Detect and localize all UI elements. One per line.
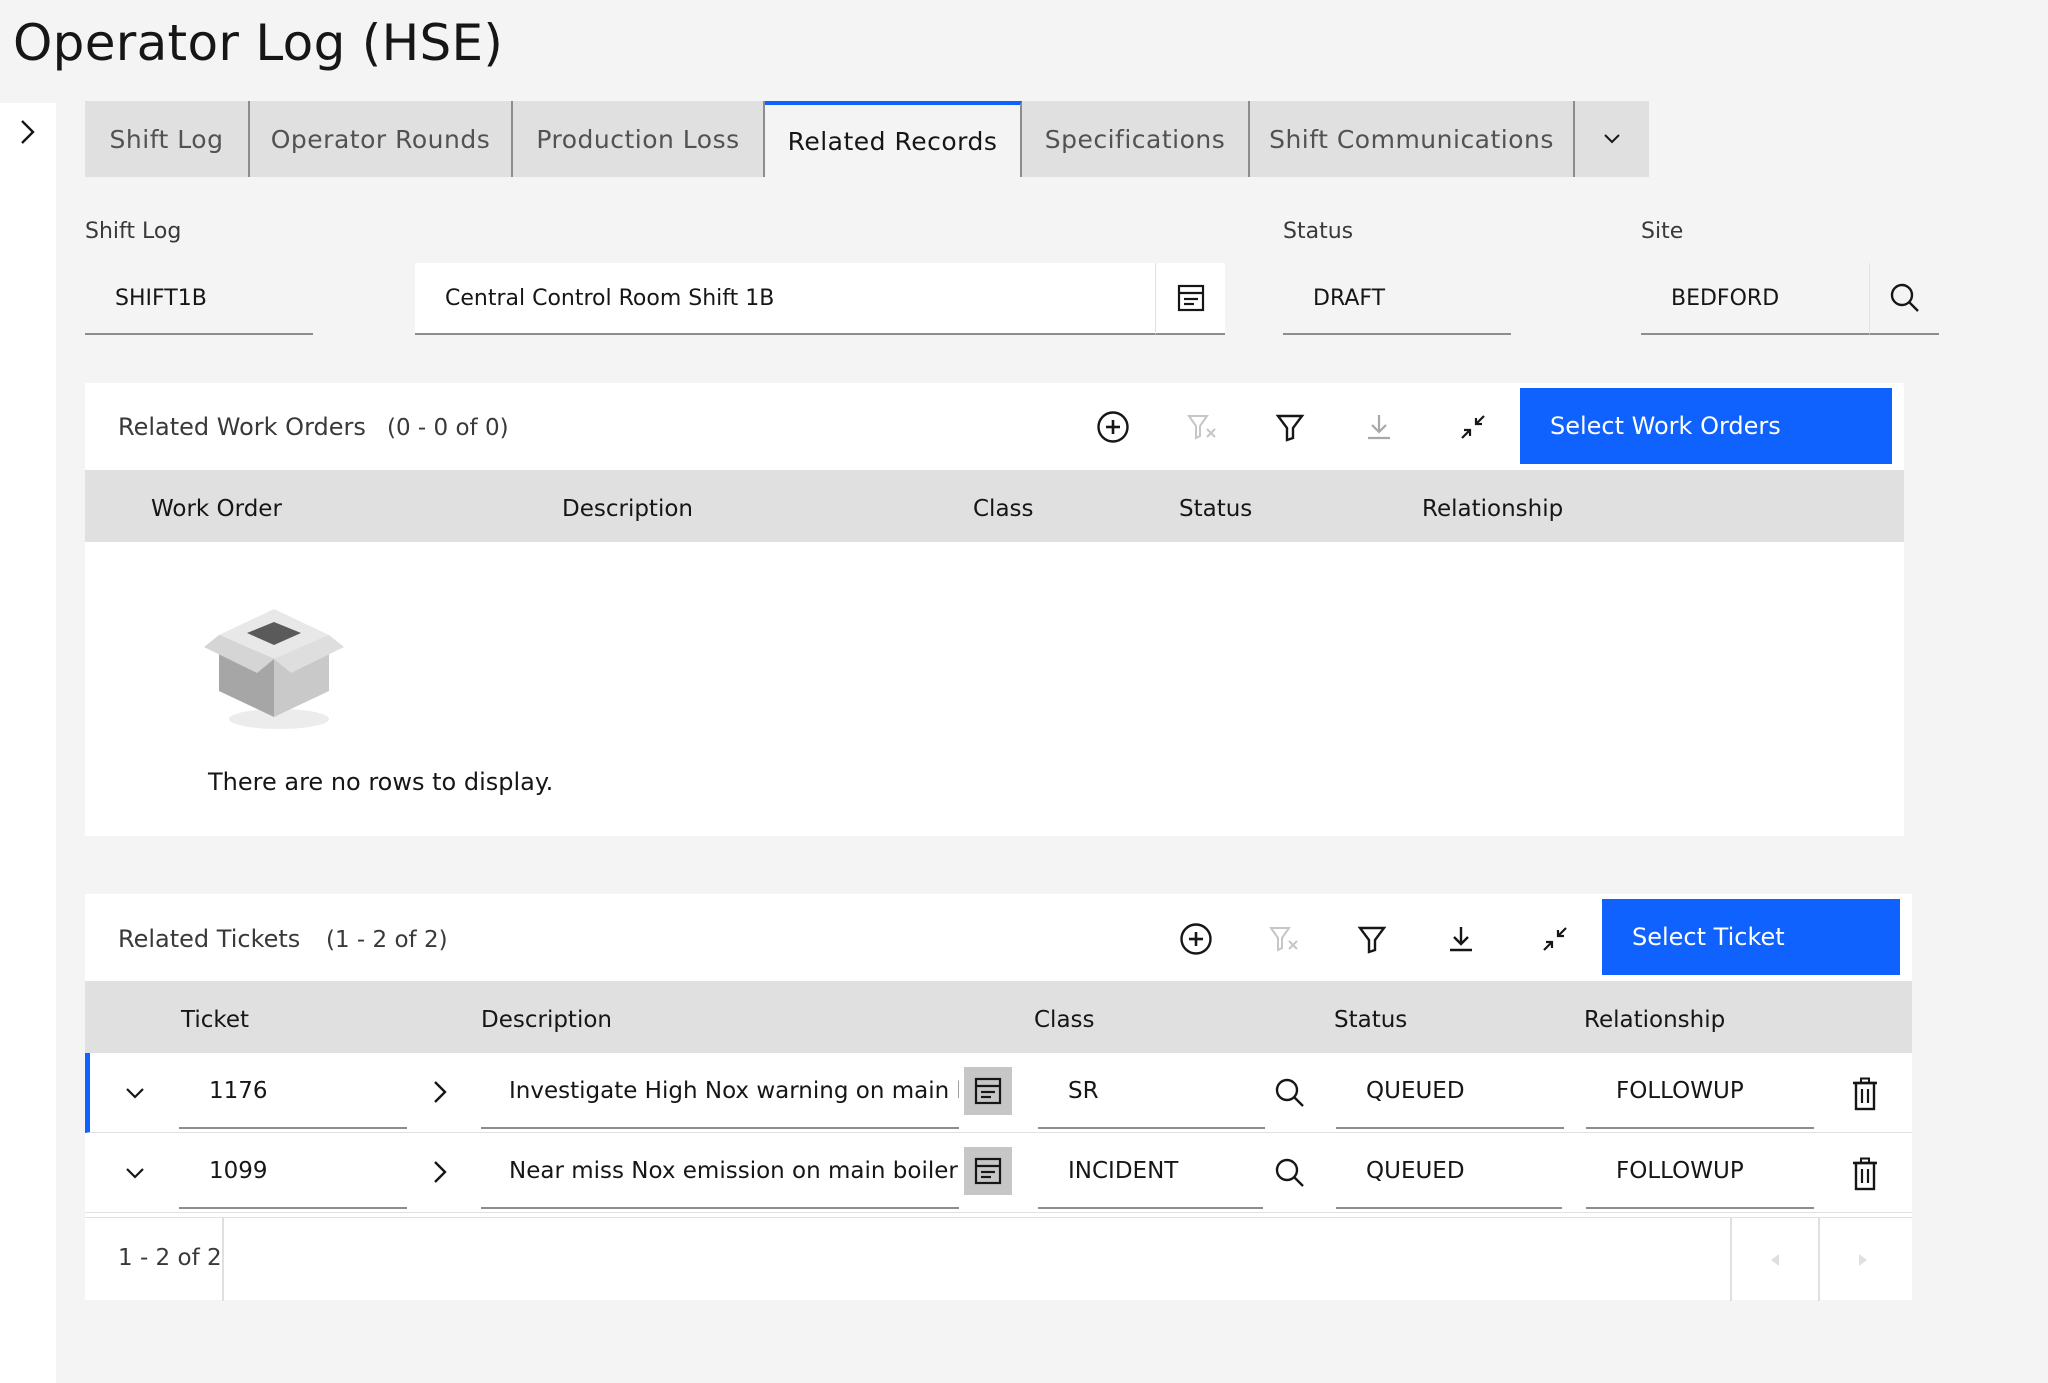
- filter-button[interactable]: [1350, 917, 1394, 961]
- tab-related-records[interactable]: Related Records: [765, 101, 1022, 177]
- ticket-class-field[interactable]: SR: [1038, 1055, 1265, 1129]
- class-lookup-button[interactable]: [1270, 1073, 1310, 1113]
- site-label: Site: [1641, 219, 1684, 244]
- column-header-ticket[interactable]: Ticket: [181, 1007, 249, 1033]
- minimize-icon: [1461, 415, 1485, 439]
- filter-remove-icon: [1269, 927, 1298, 952]
- long-description-icon: [974, 1157, 1002, 1185]
- column-header-description[interactable]: Description: [562, 496, 693, 522]
- empty-state-text: There are no rows to display.: [208, 768, 554, 796]
- column-header-status[interactable]: Status: [1179, 496, 1252, 522]
- add-circle-icon: [1097, 411, 1129, 443]
- filter-remove-icon: [1187, 415, 1216, 440]
- column-header-class[interactable]: Class: [1034, 1007, 1095, 1033]
- download-button[interactable]: [1439, 917, 1483, 961]
- column-header-relationship[interactable]: Relationship: [1422, 496, 1563, 522]
- page-title: Operator Log (HSE): [13, 14, 504, 72]
- ticket-status-field[interactable]: QUEUED: [1336, 1055, 1564, 1129]
- ticket-class-field[interactable]: INCIDENT: [1038, 1135, 1263, 1209]
- previous-page-button[interactable]: [1730, 1218, 1818, 1301]
- class-lookup-button[interactable]: [1270, 1153, 1310, 1193]
- empty-box-icon: [199, 597, 349, 737]
- column-header-work-order[interactable]: Work Order: [151, 496, 282, 522]
- long-description-button[interactable]: [964, 1147, 1012, 1195]
- long-description-icon: [974, 1077, 1002, 1105]
- add-circle-icon: [1180, 923, 1212, 955]
- chevron-down-icon: [1604, 134, 1620, 144]
- filter-icon: [1357, 926, 1387, 954]
- chevron-right-icon[interactable]: [425, 1157, 455, 1187]
- related-work-orders-panel: Related Work Orders (0 - 0 of 0) Select …: [85, 383, 1904, 836]
- ticket-relationship-field[interactable]: FOLLOWUP: [1586, 1055, 1814, 1129]
- download-button[interactable]: [1357, 405, 1401, 449]
- column-header-relationship[interactable]: Relationship: [1584, 1007, 1725, 1033]
- ticket-relationship-field[interactable]: FOLLOWUP: [1586, 1135, 1814, 1209]
- tab-shift-log[interactable]: Shift Log: [85, 101, 250, 177]
- tab-specifications[interactable]: Specifications: [1022, 101, 1250, 177]
- search-icon: [1890, 283, 1919, 312]
- site-lookup-button[interactable]: [1869, 263, 1939, 335]
- divider: [222, 1218, 224, 1301]
- table-row[interactable]: 1099 Near miss Nox emission on main boil…: [85, 1133, 1912, 1213]
- ticket-field[interactable]: 1099: [179, 1135, 407, 1209]
- site-field[interactable]: BEDFORD: [1641, 263, 1869, 335]
- ticket-description-field[interactable]: Near miss Nox emission on main boiler: [481, 1135, 959, 1209]
- filter-button[interactable]: [1268, 405, 1312, 449]
- chevron-down-icon[interactable]: [120, 1158, 150, 1188]
- work-orders-count: (0 - 0 of 0): [387, 415, 509, 441]
- clear-filter-button[interactable]: [1180, 405, 1224, 449]
- ticket-status-field[interactable]: QUEUED: [1336, 1135, 1562, 1209]
- chevron-right-icon[interactable]: [425, 1077, 455, 1107]
- column-header-class[interactable]: Class: [973, 496, 1034, 522]
- clear-filter-button[interactable]: [1262, 917, 1306, 961]
- tickets-title: Related Tickets: [118, 925, 301, 953]
- caret-left-icon: [1771, 1253, 1779, 1266]
- tab-production-loss[interactable]: Production Loss: [513, 101, 765, 177]
- ticket-description-field[interactable]: Investigate High Nox warning on main bo: [481, 1055, 959, 1129]
- download-icon: [1368, 415, 1390, 440]
- caret-right-icon: [1859, 1253, 1867, 1266]
- tab-operator-rounds[interactable]: Operator Rounds: [250, 101, 513, 177]
- trash-icon: [1853, 1077, 1877, 1111]
- work-orders-title: Related Work Orders: [118, 413, 366, 441]
- tab-overflow-button[interactable]: [1575, 101, 1649, 177]
- long-description-button[interactable]: [964, 1067, 1012, 1115]
- tickets-count: (1 - 2 of 2): [326, 927, 448, 953]
- select-work-orders-button[interactable]: Select Work Orders: [1520, 388, 1892, 464]
- minimize-icon: [1543, 927, 1567, 951]
- delete-row-button[interactable]: [1847, 1154, 1883, 1194]
- left-rail: [0, 103, 56, 1383]
- chevron-down-icon[interactable]: [120, 1078, 150, 1108]
- trash-icon: [1853, 1157, 1877, 1191]
- download-icon: [1450, 927, 1472, 952]
- status-label: Status: [1283, 219, 1354, 244]
- related-tickets-panel: Related Tickets (1 - 2 of 2) Select Tick…: [85, 894, 1912, 1301]
- filter-icon: [1275, 414, 1305, 442]
- long-description-icon: [1177, 284, 1204, 312]
- tab-shift-communications[interactable]: Shift Communications: [1250, 101, 1575, 177]
- search-icon: [1275, 1078, 1304, 1107]
- status-field[interactable]: DRAFT: [1283, 263, 1511, 335]
- collapse-button[interactable]: [1533, 917, 1577, 961]
- next-page-button[interactable]: [1818, 1218, 1906, 1301]
- pagination-text: 1 - 2 of 2: [118, 1245, 222, 1271]
- pagination-bar: 1 - 2 of 2: [85, 1217, 1912, 1301]
- ticket-field[interactable]: 1176: [179, 1055, 407, 1129]
- table-row[interactable]: 1176 Investigate High Nox warning on mai…: [85, 1053, 1912, 1133]
- chevron-right-icon[interactable]: [14, 118, 42, 146]
- column-header-description[interactable]: Description: [481, 1007, 612, 1033]
- shift-log-label: Shift Log: [85, 219, 182, 244]
- select-ticket-button[interactable]: Select Ticket: [1602, 899, 1900, 975]
- work-orders-table-header: Work Order Description Class Status Rela…: [85, 470, 1904, 542]
- shift-log-description-field[interactable]: Central Control Room Shift 1B: [415, 263, 1155, 335]
- column-header-status[interactable]: Status: [1334, 1007, 1407, 1033]
- collapse-button[interactable]: [1451, 405, 1495, 449]
- long-description-button[interactable]: [1155, 263, 1225, 335]
- tickets-table-header: Ticket Description Class Status Relation…: [85, 981, 1912, 1053]
- shift-log-field[interactable]: SHIFT1B: [85, 263, 313, 335]
- add-work-order-button[interactable]: [1091, 405, 1135, 449]
- delete-row-button[interactable]: [1847, 1074, 1883, 1114]
- add-ticket-button[interactable]: [1174, 917, 1218, 961]
- search-icon: [1275, 1158, 1304, 1187]
